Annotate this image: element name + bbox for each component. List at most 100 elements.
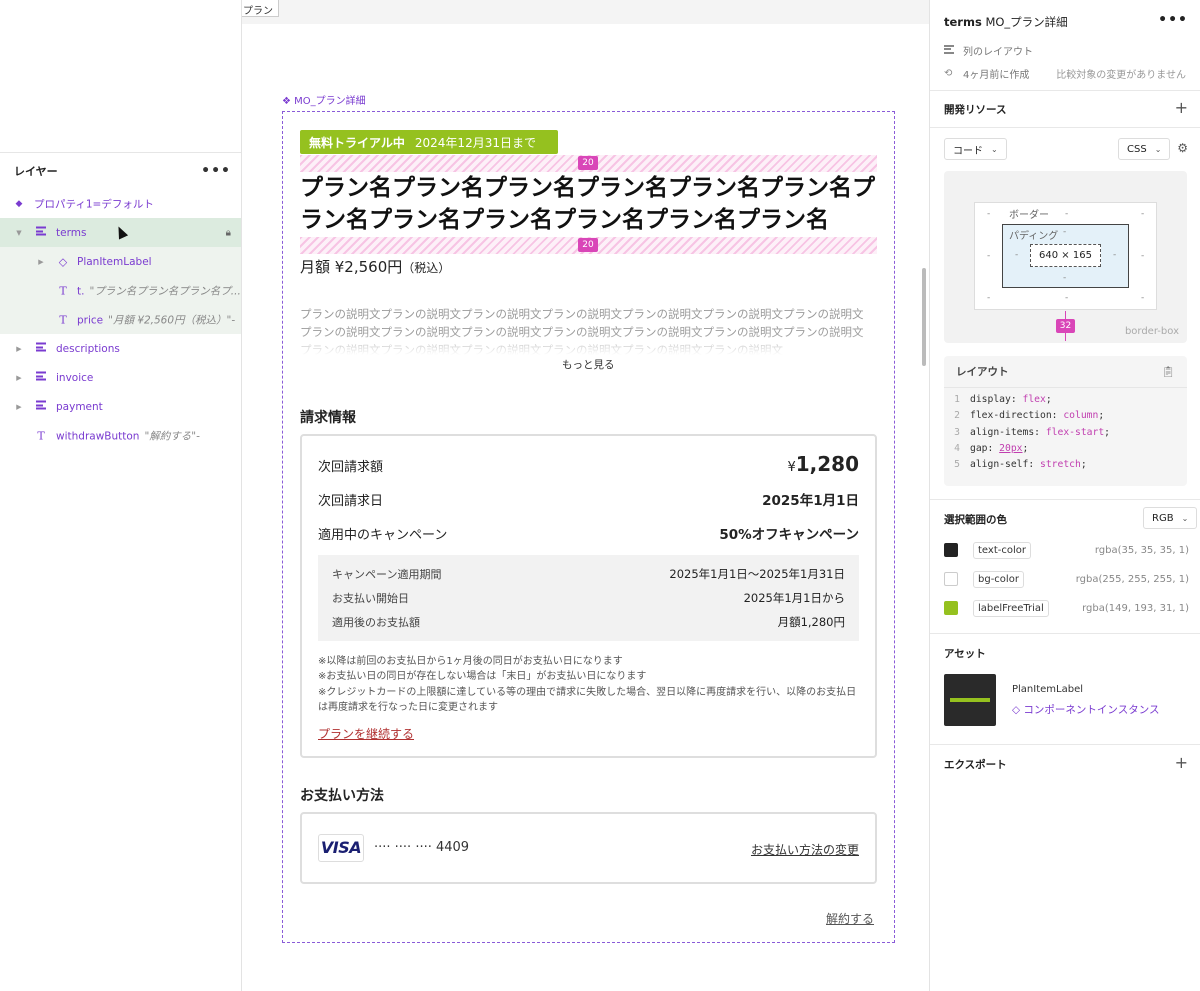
css-dropdown-label: CSS [1127, 143, 1147, 155]
gap-badge-bottom: 20 [578, 238, 598, 252]
color-swatch [944, 601, 958, 615]
collapse-caret-icon[interactable]: ▶ [36, 258, 46, 266]
collapse-caret-icon[interactable]: ▶ [14, 403, 24, 411]
more-options-icon[interactable]: ••• [1158, 12, 1188, 28]
created-label: 4ヶ月前に作成 [963, 70, 1030, 81]
layer-name: invoice [56, 371, 94, 384]
add-resource-icon[interactable]: + [1175, 98, 1188, 117]
value-dash: - [1065, 209, 1069, 219]
chevron-down-icon: ⌄ [1154, 144, 1162, 154]
selection-title: terms MO_プラン詳細 [944, 14, 1068, 30]
box-model: ボーダー - - - - - - - - パディング - - - - 640 ×… [944, 171, 1187, 343]
change-payment-link[interactable]: お支払い方法の変更 [751, 841, 859, 858]
panel-top-area [0, 0, 241, 153]
created-info: ⟲ 4ヶ月前に作成 [944, 66, 1029, 81]
code-line: 2 flex-direction: column; [954, 410, 1105, 422]
detail-value: 2025年1月1日から [743, 591, 845, 605]
plan-price: 月額 ¥2,560円（税込） [300, 256, 450, 277]
value-dash: - [1015, 250, 1019, 260]
layer-variant[interactable]: ◆ プロパティ1=デフォルト [0, 189, 241, 218]
assets-title: アセット [944, 648, 986, 660]
layer-name: price "月額 ¥2,560円（税込）"- [77, 314, 236, 326]
color-token-row[interactable]: bg-color rgba(255, 255, 255, 1) [944, 569, 1189, 589]
layer-planitemlabel[interactable]: ▶ ◇ PlanItemLabel [0, 247, 241, 276]
border-label: ボーダー [1009, 210, 1049, 221]
layer-name: PlanItemLabel [77, 255, 152, 268]
campaign-row: 適用中のキャンペーン 50%オフキャンペーン [318, 523, 859, 543]
instance-diamond-icon: ◇ [58, 255, 68, 268]
compare-note: 比較対象の変更がありません [1056, 70, 1186, 81]
cancel-link[interactable]: 解約する [826, 910, 874, 927]
layout-type-label: 列のレイアウト [963, 47, 1033, 58]
next-date-label: 次回請求日 [318, 494, 384, 509]
layer-name: withdrawButton "解約する"- [56, 430, 200, 442]
price-tax: （税込） [402, 261, 451, 275]
note-line: ※クレジットカードの上限額に達している等の理由で請求に失敗した場合、翌日以降に再… [318, 686, 857, 713]
divider [930, 744, 1200, 745]
box-sizing-note: border-box [1124, 326, 1179, 337]
layer-invoice[interactable]: ▶ invoice [0, 363, 241, 392]
auto-layout-icon [944, 43, 957, 58]
frame-tab[interactable]: プラン [242, 0, 279, 17]
css-dropdown[interactable]: CSS ⌄ [1118, 138, 1171, 160]
selection-layer-name: terms [944, 15, 982, 29]
design-canvas[interactable]: プラン ❖ MO_プラン詳細 無料トライアル中 2024年12月31日まで 20… [242, 0, 929, 991]
layer-name: descriptions [56, 342, 120, 355]
color-token-row[interactable]: text-color rgba(35, 35, 35, 1) [944, 540, 1189, 560]
canvas-top-strip [242, 0, 929, 24]
add-export-icon[interactable]: + [1175, 753, 1188, 772]
text-icon: T [59, 313, 67, 326]
component-label[interactable]: ❖ MO_プラン詳細 [282, 92, 366, 107]
campaign-value: 50%オフキャンペーン [719, 527, 859, 543]
auto-layout-icon [34, 225, 48, 240]
settings-sliders-icon[interactable]: ⚙︎ [1177, 141, 1188, 155]
gap-badge-top: 20 [578, 156, 598, 170]
more-options-icon[interactable]: ••• [201, 163, 231, 179]
detail-label: キャンペーン適用期間 [332, 568, 442, 581]
collapse-caret-icon[interactable]: ▶ [14, 374, 24, 382]
divider [930, 499, 1200, 500]
color-token-row[interactable]: labelFreeTrial rgba(149, 193, 31, 1) [944, 598, 1189, 618]
layout-code-block: レイアウト 📋︎ 1 display: flex; 2 flex-direction… [944, 356, 1187, 486]
layout-type: 列のレイアウト [944, 43, 1033, 58]
color-token-name: text-color [973, 541, 1031, 559]
code-dropdown[interactable]: コード ⌄ [944, 138, 1007, 160]
billing-card: 次回請求額 ¥1,280 次回請求日 2025年1月1日 適用中のキャンペーン … [300, 434, 877, 758]
lock-icon[interactable]: 🔒︎ [226, 227, 231, 238]
canvas-scrollbar[interactable] [922, 268, 926, 366]
layer-payment[interactable]: ▶ payment [0, 392, 241, 421]
copy-icon[interactable]: 📋︎ [1162, 365, 1175, 378]
color-mode-dropdown[interactable]: RGB ⌄ [1143, 507, 1198, 529]
next-date-value: 2025年1月1日 [762, 493, 859, 509]
color-mode-label: RGB [1152, 512, 1174, 524]
value-dash: - [1113, 250, 1117, 260]
layer-withdraw-button[interactable]: T withdrawButton "解約する"- [0, 421, 241, 450]
code-header: レイアウト 📋︎ [944, 356, 1187, 388]
next-amount-value: ¥1,280 [787, 452, 859, 476]
continue-plan-link[interactable]: プランを継続する [318, 725, 414, 742]
price-main: 月額 ¥2,560円 [300, 258, 403, 276]
layers-header: レイヤー ••• [0, 153, 241, 189]
campaign-details: キャンペーン適用期間 2025年1月1日〜2025年1月31日 お支払い開始日 … [318, 555, 859, 641]
show-more-link[interactable]: もっと見る [562, 357, 615, 372]
value-dash: - [1141, 209, 1145, 219]
dev-resources-title: 開発リソース [944, 104, 1007, 116]
layer-descriptions[interactable]: ▶ descriptions [0, 334, 241, 363]
code-dropdown-label: コード [953, 145, 983, 157]
layer-title-text[interactable]: T t. "プラン名プラン名プラン名プ... [0, 276, 241, 305]
value-dash: - [987, 293, 991, 303]
billing-title: 請求情報 [300, 410, 356, 426]
collapse-caret-icon[interactable]: ▶ [14, 345, 24, 353]
color-token-name: labelFreeTrial [973, 599, 1049, 617]
auto-layout-icon [34, 399, 48, 414]
expand-caret-icon[interactable]: ▼ [14, 229, 24, 237]
payment-card: VISA ···· ···· ···· 4409 お支払い方法の変更 [300, 812, 877, 884]
asset-type[interactable]: ◇ コンポーネントインスタンス [1012, 702, 1160, 717]
box-model-border: ボーダー - - - - - - - - パディング - - - - 640 ×… [974, 202, 1157, 310]
layer-price-text[interactable]: T price "月額 ¥2,560円（税込）"- [0, 305, 241, 334]
detail-value: 月額1,280円 [777, 615, 845, 629]
detail-row: お支払い開始日 2025年1月1日から [332, 590, 845, 606]
color-swatch [944, 572, 958, 586]
value-dash: - [1141, 251, 1145, 261]
asset-thumbnail[interactable] [944, 674, 996, 726]
